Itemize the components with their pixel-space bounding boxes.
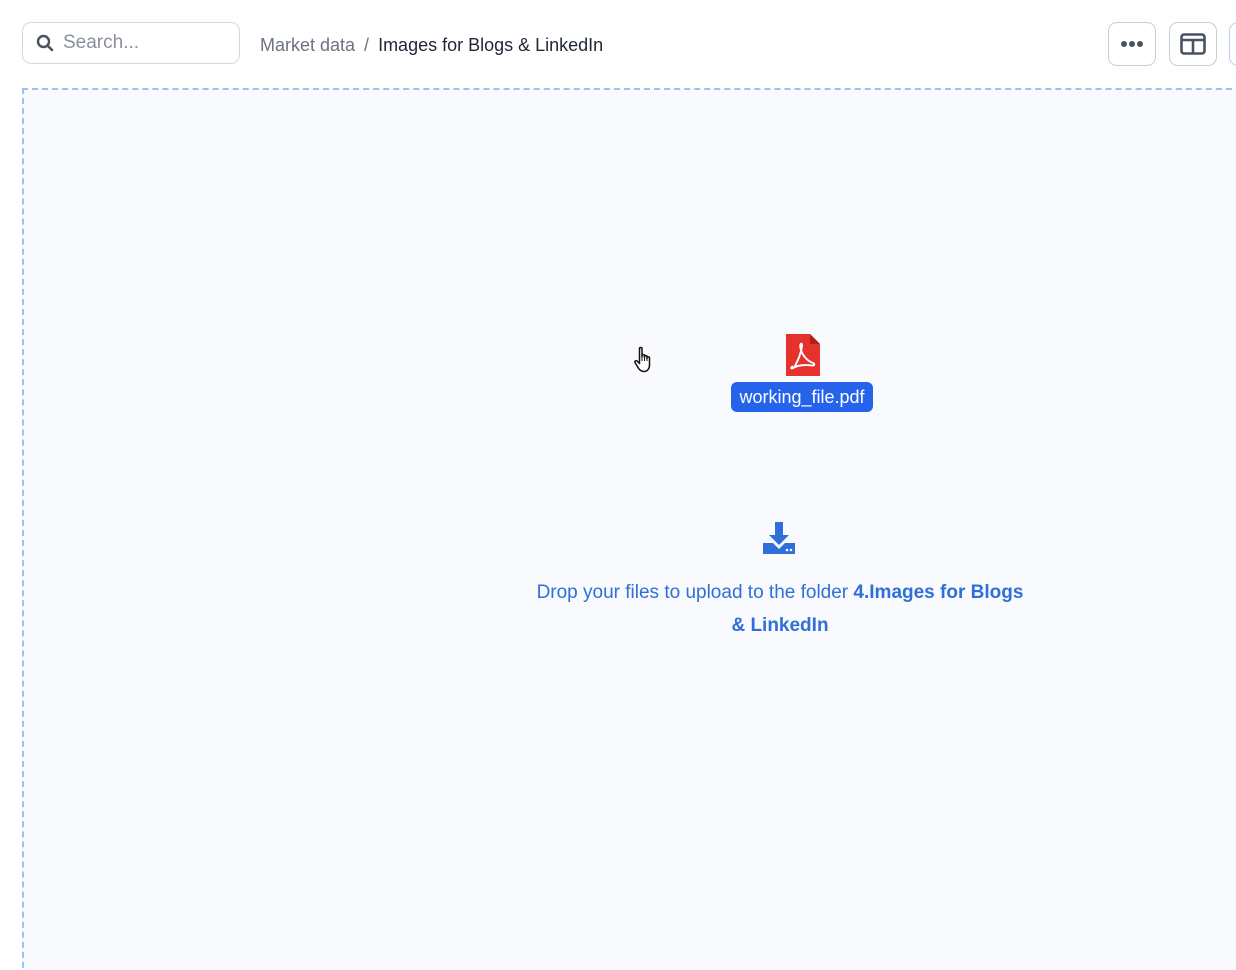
pdf-file-icon bbox=[786, 334, 820, 376]
partial-toolbar-button[interactable] bbox=[1229, 22, 1236, 66]
breadcrumb-parent-link[interactable]: Market data bbox=[260, 33, 355, 57]
dropzone-text: Drop your files to upload to the folder bbox=[536, 582, 854, 603]
dropzone-instructions: Drop your files to upload to the folder … bbox=[530, 576, 1030, 642]
more-options-button[interactable] bbox=[1108, 22, 1156, 66]
breadcrumb: Market data / Images for Blogs & LinkedI… bbox=[260, 33, 603, 57]
upload-dropzone[interactable] bbox=[22, 88, 1236, 970]
search-box[interactable] bbox=[22, 22, 240, 64]
split-panel-icon bbox=[1180, 33, 1206, 55]
breadcrumb-separator: / bbox=[364, 35, 370, 55]
hand-cursor-icon bbox=[634, 346, 651, 373]
file-browser-window: Market data / Images for Blogs & LinkedI… bbox=[0, 0, 1236, 970]
search-icon bbox=[36, 34, 54, 52]
download-tray-icon bbox=[763, 522, 795, 554]
breadcrumb-current: Images for Blogs & LinkedIn bbox=[378, 35, 604, 55]
file-name-label: working_file.pdf bbox=[731, 382, 873, 412]
dragged-file-item[interactable]: working_file.pdf bbox=[727, 334, 877, 412]
more-horizontal-icon bbox=[1121, 41, 1143, 47]
toggle-panel-button[interactable] bbox=[1169, 22, 1217, 66]
search-input[interactable] bbox=[63, 32, 223, 54]
